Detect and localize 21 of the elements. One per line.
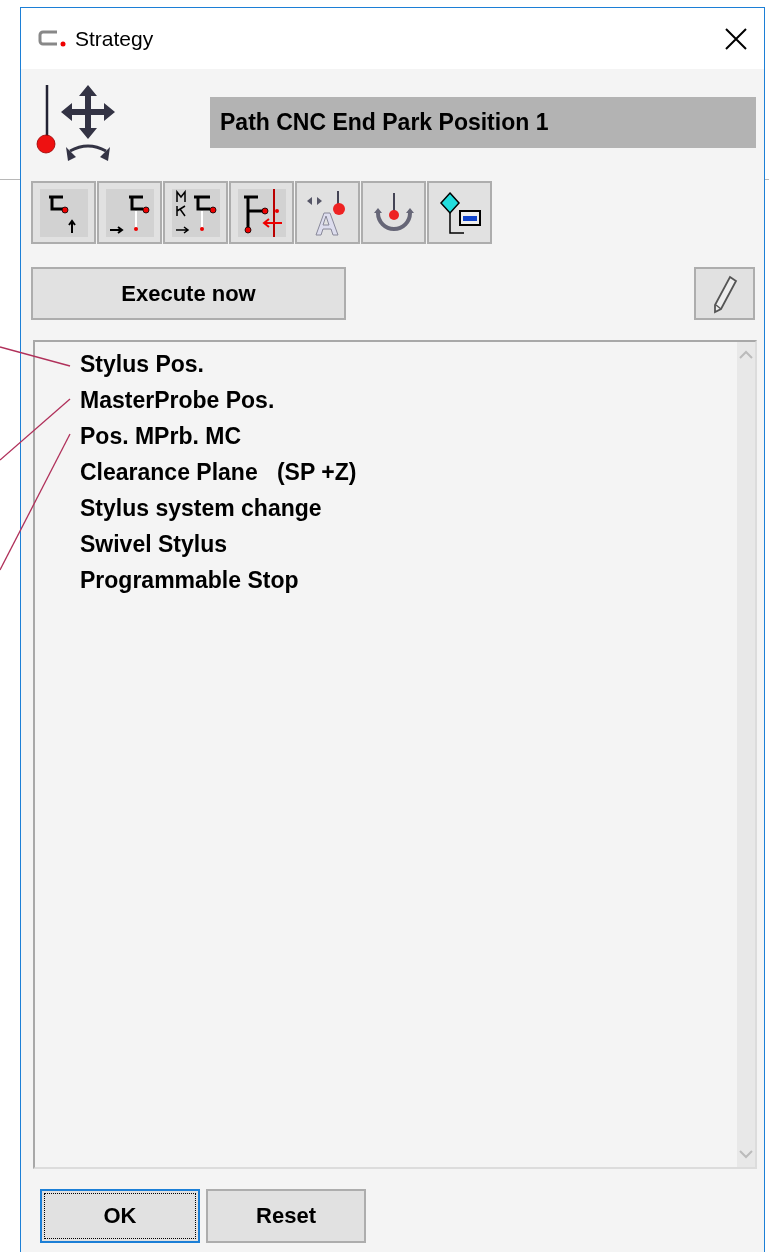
- ok-button[interactable]: OK: [40, 1189, 200, 1243]
- app-icon: [37, 28, 67, 49]
- list-item[interactable]: Pos. MPrb. MC: [80, 418, 737, 454]
- toolbar-button[interactable]: [427, 181, 492, 244]
- list-item[interactable]: Stylus system change: [80, 490, 737, 526]
- toolbar-button[interactable]: [97, 181, 162, 244]
- list-item[interactable]: Swivel Stylus: [80, 526, 737, 562]
- toolbar-button[interactable]: [229, 181, 294, 244]
- close-icon[interactable]: [724, 26, 748, 51]
- list-item[interactable]: Clearance Plane (SP +Z): [80, 454, 737, 490]
- toolbar-button[interactable]: [163, 181, 228, 244]
- toolbar-button[interactable]: [31, 181, 96, 244]
- edit-button[interactable]: [694, 267, 755, 320]
- list-item[interactable]: Programmable Stop: [80, 562, 737, 598]
- execute-now-button[interactable]: Execute now: [31, 267, 346, 320]
- list-item[interactable]: Stylus Pos.: [80, 346, 737, 382]
- list-item[interactable]: MasterProbe Pos.: [80, 382, 737, 418]
- leader-line: [0, 346, 71, 367]
- window-title: Strategy: [75, 26, 155, 51]
- strategy-name-field: Path CNC End Park Position 1: [210, 96, 756, 148]
- reset-button[interactable]: Reset: [206, 1189, 366, 1243]
